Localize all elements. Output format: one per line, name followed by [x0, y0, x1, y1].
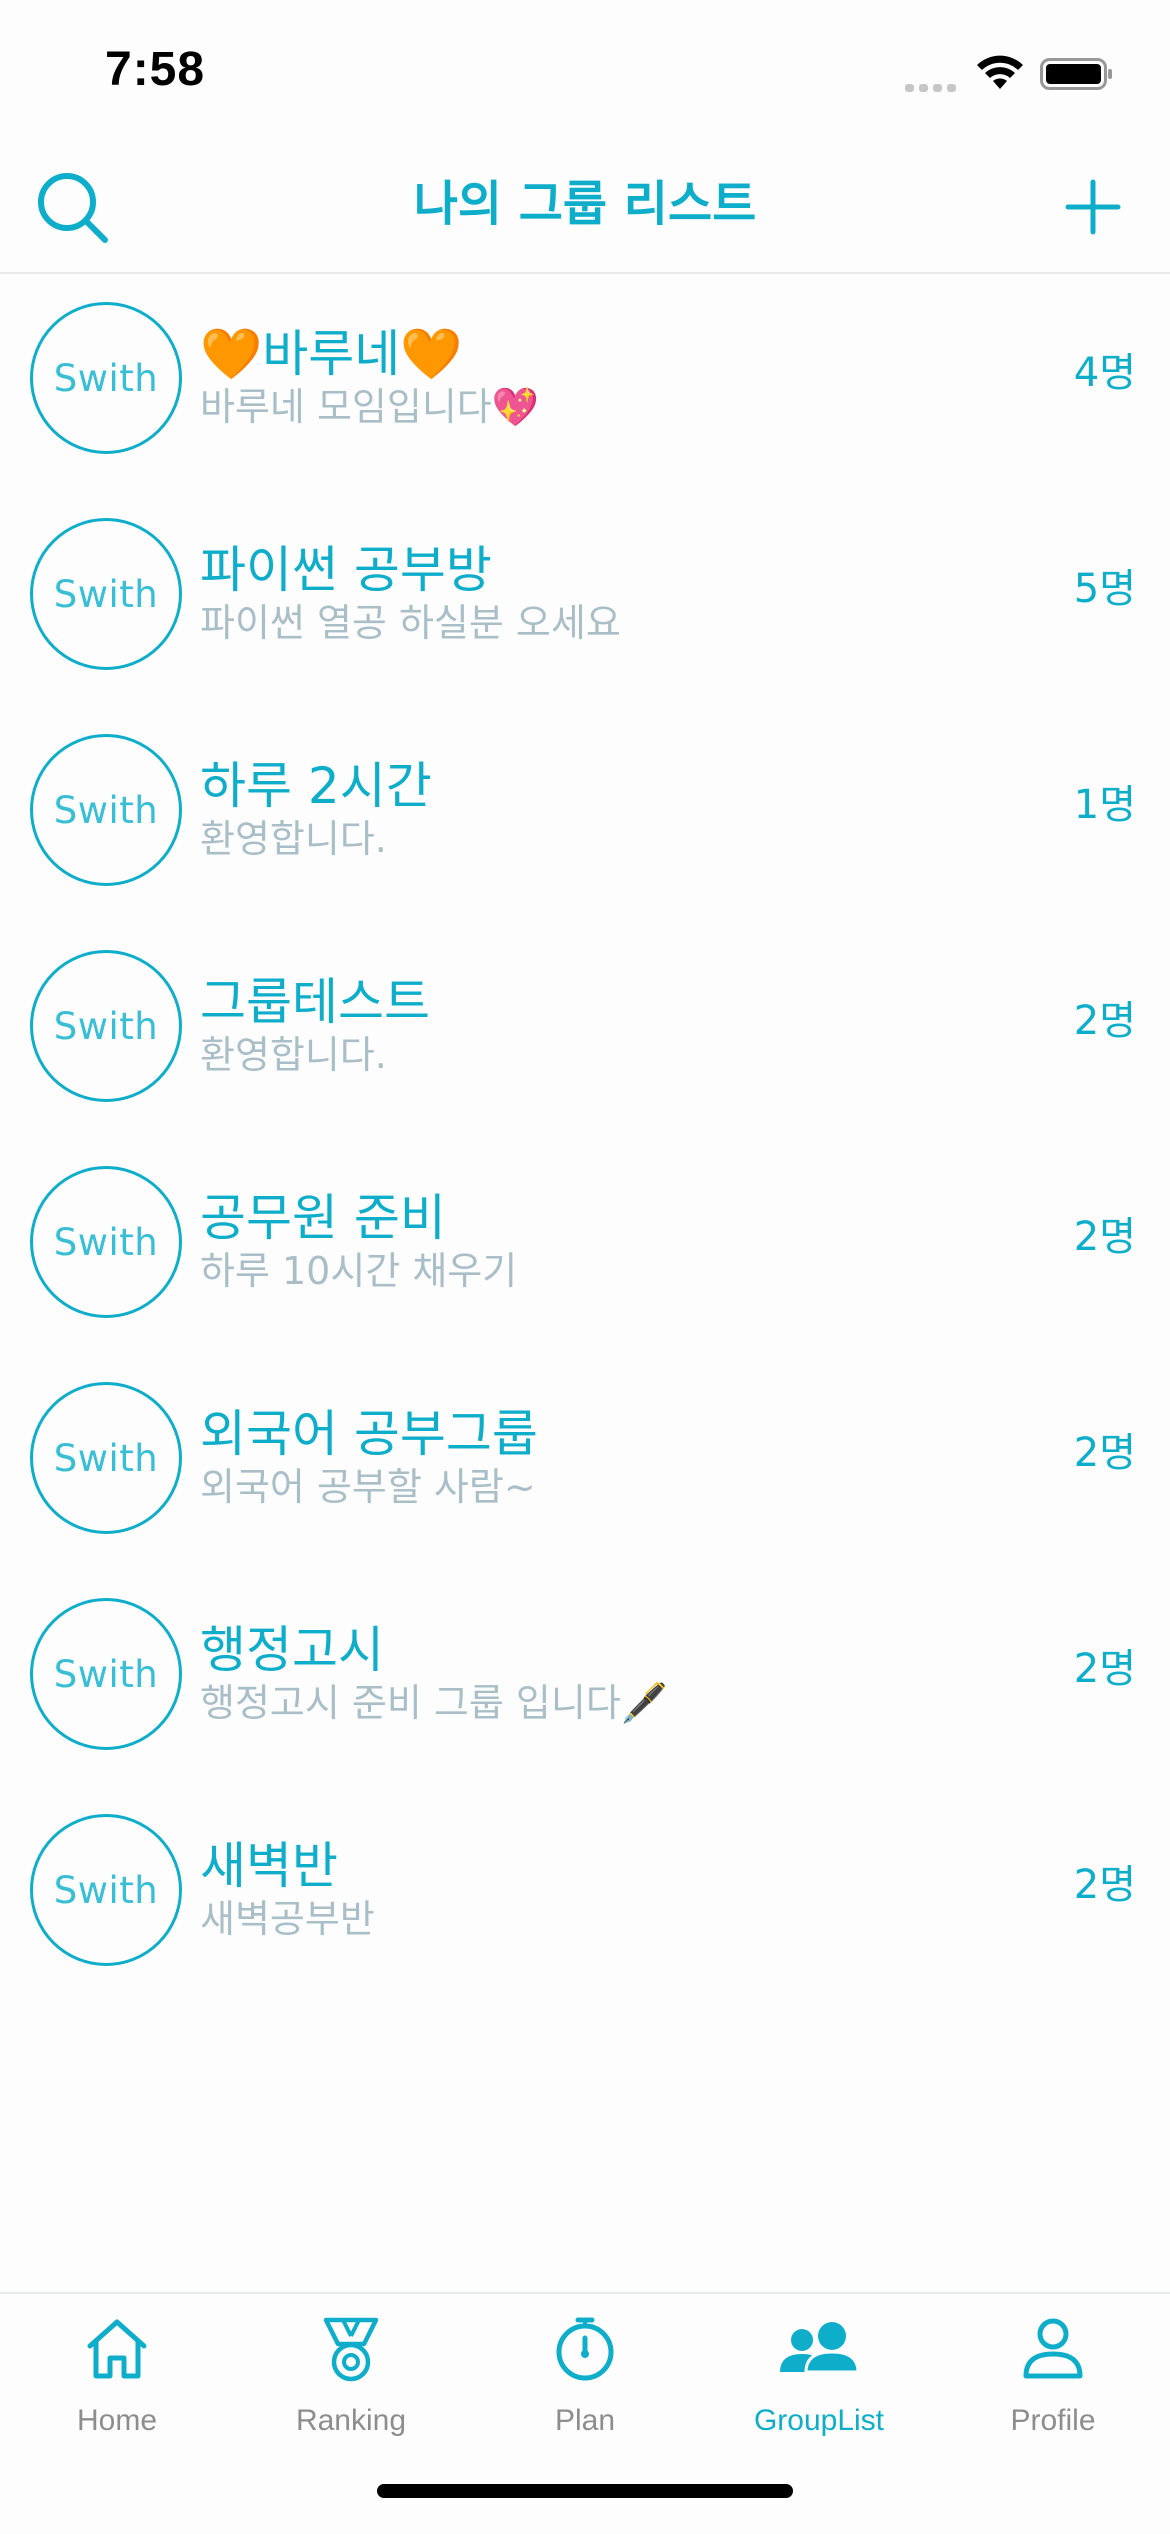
group-avatar: Swith: [30, 1814, 182, 1966]
plus-icon: [1065, 179, 1121, 235]
group-name: 파이썬 공부방: [200, 541, 492, 599]
group-avatar: Swith: [30, 302, 182, 454]
person-icon: [1023, 2318, 1083, 2379]
group-avatar: Swith: [30, 950, 182, 1102]
group-row[interactable]: Swith 새벽반 새벽공부반 2명: [0, 1784, 1170, 2000]
member-count: 2명: [1073, 1862, 1136, 1908]
group-row[interactable]: Swith 그룹테스트 환영합니다. 2명: [0, 920, 1170, 1136]
tab-label: Profile: [1010, 2404, 1096, 2437]
status-time: 7:58: [105, 43, 206, 96]
group-name: 하루 2시간: [200, 757, 432, 815]
navigation-bar: 나의 그룹 리스트: [0, 150, 1170, 274]
group-row[interactable]: Swith 행정고시 행정고시 준비 그룹 입니다🖋️ 2명: [0, 1568, 1170, 1784]
member-count: 2명: [1073, 1214, 1136, 1260]
group-row[interactable]: Swith 외국어 공부그룹 외국어 공부할 사람~ 2명: [0, 1352, 1170, 1568]
group-description: 환영합니다.: [200, 817, 387, 861]
page-title: 나의 그룹 리스트: [413, 176, 757, 232]
group-name: 외국어 공부그룹: [200, 1405, 538, 1463]
tab-label: Home: [76, 2404, 158, 2437]
home-icon: [87, 2319, 147, 2379]
group-name: 새벽반: [200, 1837, 338, 1895]
group-description: 파이썬 열공 하실분 오세요: [200, 601, 621, 645]
group-description: 행정고시 준비 그룹 입니다🖋️: [200, 1681, 669, 1725]
group-name: 행정고시: [200, 1621, 384, 1679]
group-avatar: Swith: [30, 1598, 182, 1750]
group-description: 새벽공부반: [200, 1897, 375, 1941]
tab-label: Ranking: [295, 2404, 407, 2437]
tab-grouplist[interactable]: GroupList: [702, 2294, 936, 2464]
member-count: 2명: [1073, 998, 1136, 1044]
group-avatar: Swith: [30, 1166, 182, 1318]
tab-home[interactable]: Home: [0, 2294, 234, 2464]
add-group-button[interactable]: [1060, 174, 1126, 240]
battery-icon: [1040, 58, 1112, 90]
wifi-icon: [977, 55, 1023, 89]
group-avatar: Swith: [30, 734, 182, 886]
tab-ranking[interactable]: Ranking: [234, 2294, 468, 2464]
group-row[interactable]: Swith 🧡바루네🧡 바루네 모임입니다💖 4명: [0, 272, 1170, 488]
member-count: 4명: [1073, 350, 1136, 396]
member-count: 5명: [1073, 566, 1136, 612]
member-count: 2명: [1073, 1646, 1136, 1692]
status-bar: 7:58: [0, 0, 1170, 150]
member-count: 1명: [1073, 782, 1136, 828]
group-description: 하루 10시간 채우기: [200, 1249, 518, 1293]
group-row[interactable]: Swith 공무원 준비 하루 10시간 채우기 2명: [0, 1136, 1170, 1352]
group-description: 바루네 모임입니다💖: [200, 385, 540, 429]
home-indicator[interactable]: [377, 2484, 793, 2498]
group-avatar: Swith: [30, 518, 182, 670]
tab-label: Plan: [554, 2404, 616, 2437]
group-description: 외국어 공부할 사람~: [200, 1465, 536, 1509]
people-icon: [780, 2322, 860, 2374]
tab-profile[interactable]: Profile: [936, 2294, 1170, 2464]
timer-icon: [556, 2317, 614, 2381]
cellular-signal-icon: [905, 84, 956, 92]
medal-icon: [323, 2317, 379, 2382]
group-row[interactable]: Swith 파이썬 공부방 파이썬 열공 하실분 오세요 5명: [0, 488, 1170, 704]
group-name: 공무원 준비: [200, 1189, 446, 1247]
group-name: 그룹테스트: [200, 973, 430, 1031]
group-description: 환영합니다.: [200, 1033, 387, 1077]
group-row[interactable]: Swith 하루 2시간 환영합니다. 1명: [0, 704, 1170, 920]
group-avatar: Swith: [30, 1382, 182, 1534]
tab-label: GroupList: [753, 2404, 885, 2437]
member-count: 2명: [1073, 1430, 1136, 1476]
tab-plan[interactable]: Plan: [468, 2294, 702, 2464]
group-name: 🧡바루네🧡: [200, 325, 463, 383]
